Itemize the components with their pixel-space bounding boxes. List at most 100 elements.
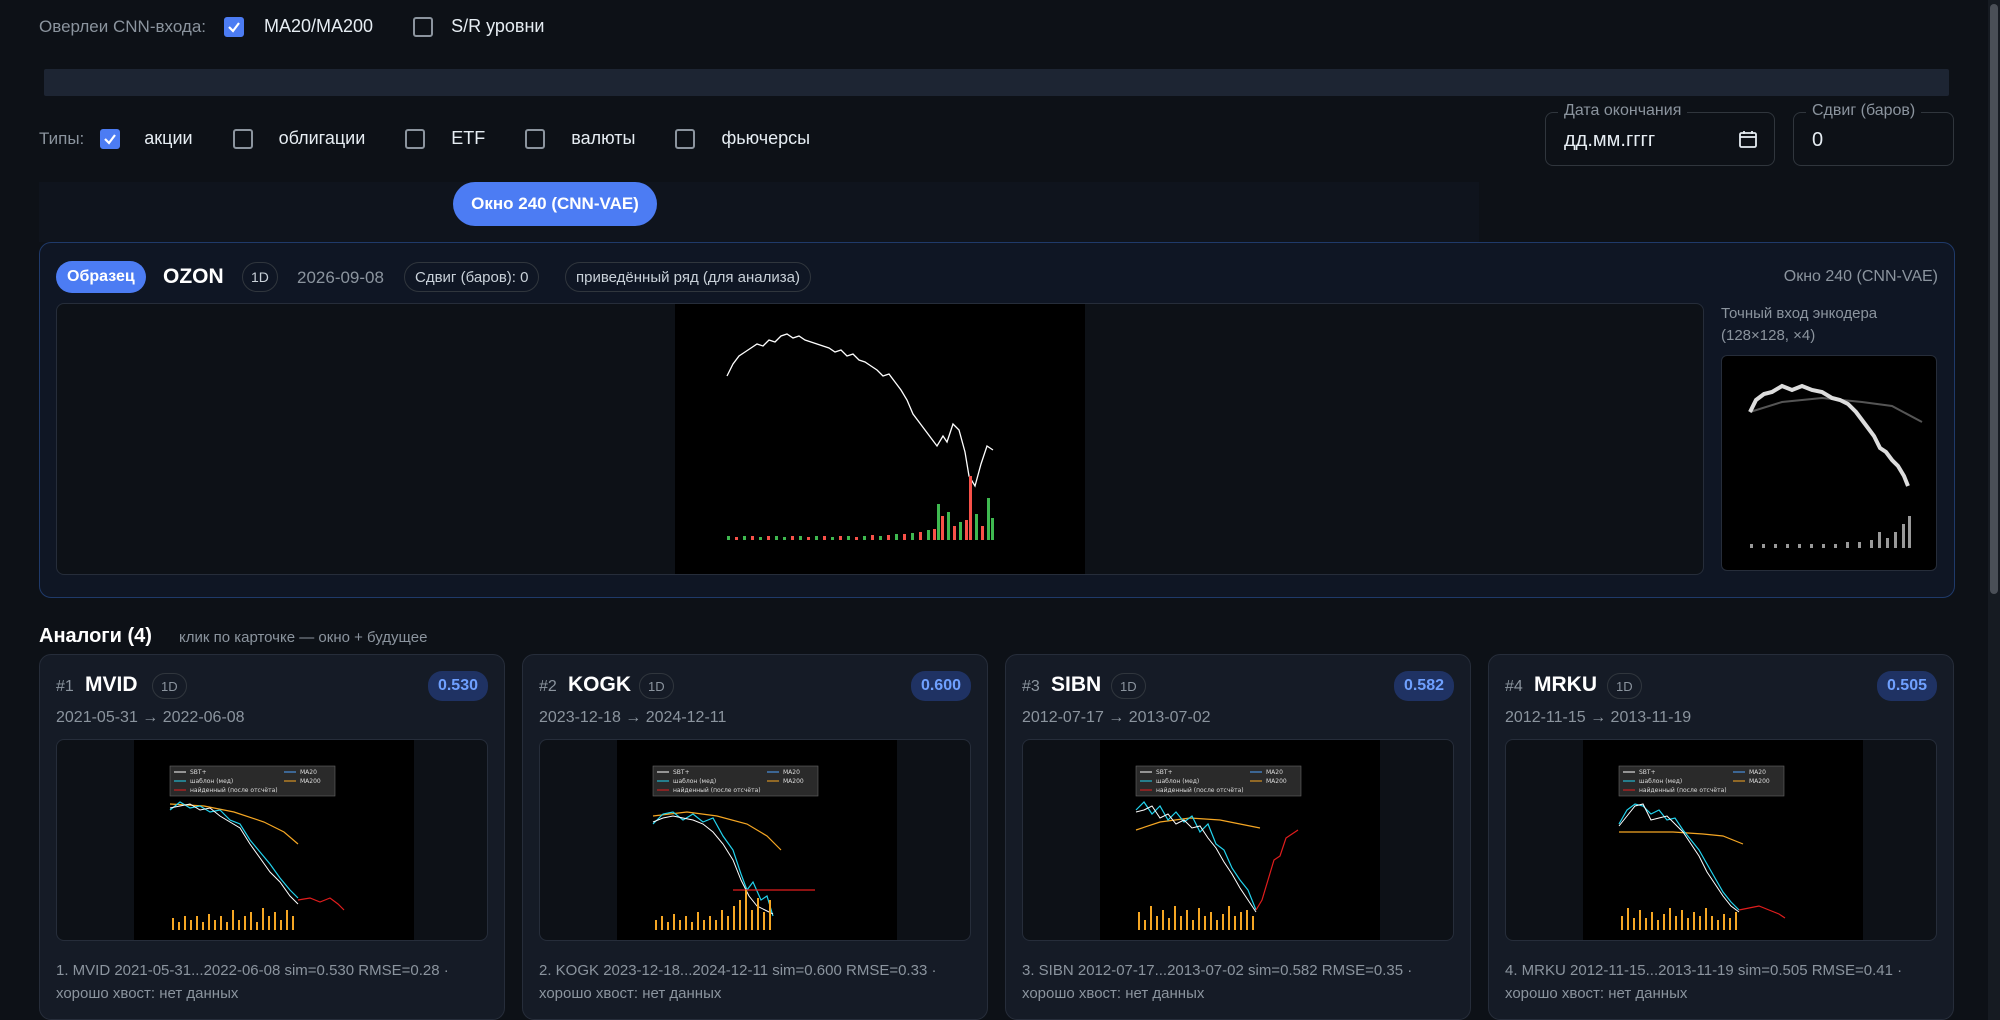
sr-checkbox-group[interactable]: S/R уровни [413,16,544,37]
window-toolbar [39,182,1479,242]
range-bar[interactable] [44,69,1949,96]
encoder-preview [1748,383,1923,548]
analog-overlay-chart: SBT+ шаблон (мед) найденный (после отсчё… [169,765,345,930]
encoder-title: Точный вход энкодера [1721,305,1878,322]
analog-chart-box: SBT+ шаблон (мед) найденный (после отсчё… [56,739,488,941]
ma-checkbox-label[interactable]: MA20/MA200 [264,16,373,37]
currencies-label[interactable]: валюты [571,128,635,149]
legend-label: MA20 [783,769,800,776]
legend-label: найденный (после отсчёта) [673,787,761,794]
etf-checkbox[interactable] [405,128,426,149]
sample-ticker: OZON [163,265,224,288]
sr-checkbox[interactable] [413,16,434,37]
currencies-checkbox[interactable] [525,128,546,149]
type-currencies[interactable]: валюты [525,128,635,149]
analog-rank: #3 [1022,678,1040,695]
analog-overlay-chart: SBT+ шаблон (мед) найденный (после отсчё… [652,765,819,930]
sample-chart [675,304,1085,574]
analog-timeframe: 1D [1607,673,1642,699]
end-date-field[interactable]: Дата окончания дд.мм.гггг [1545,102,1775,166]
legend-label: шаблон (мед) [1156,778,1199,785]
analog-similarity: 0.530 [427,671,488,701]
analog-similarity: 0.600 [910,671,971,701]
window-240-button[interactable]: Окно 240 (CNN-VAE) [453,182,657,226]
analog-rank: #1 [56,678,74,695]
analog-card[interactable]: #1 MVID 1D 0.530 2021-05-31 → 2022-06-08… [39,654,505,1020]
sample-chart-box [56,303,1704,575]
analog-dates: 2012-11-15 → 2013-11-19 [1505,709,1692,726]
legend-label: найденный (после отсчёта) [1639,787,1727,794]
futures-label[interactable]: фьючерсы [721,128,810,149]
sample-window-label: Окно 240 (CNN-VAE) [1783,268,1938,285]
legend-label: шаблон (мед) [1639,778,1682,785]
type-stocks[interactable]: акции [100,128,193,149]
legend-label: найденный (после отсчёта) [1156,787,1244,794]
shift-field[interactable]: Сдвиг (баров) 0 [1793,102,1954,166]
sample-series-pill: приведённый ряд (для анализа) [565,262,811,292]
page-scrollbar[interactable] [1988,0,2000,1020]
analog-ticker: MVID [85,673,138,696]
sample-price-chart [726,333,994,540]
ma-checkbox[interactable] [224,16,244,37]
analog-chart-box: SBT+ шаблон (мед) найденный (после отсчё… [539,739,971,941]
ma-checkbox-group[interactable]: MA20/MA200 [224,16,373,37]
legend-label: шаблон (мед) [190,778,233,785]
analog-description: 4. MRKU 2012-11-15...2013-11-19 sim=0.50… [1505,962,1903,1002]
analog-ticker: MRKU [1534,673,1597,696]
analog-overlay-chart: SBT+ шаблон (мед) найденный (после отсчё… [1135,765,1302,930]
check-icon [104,133,117,145]
analog-description: 3. SIBN 2012-07-17...2013-07-02 sim=0.58… [1022,962,1413,1002]
analog-rank: #2 [539,678,557,695]
analog-dates: 2012-07-17 → 2013-07-02 [1022,709,1211,726]
legend-label: MA20 [1266,769,1283,776]
sr-checkbox-label[interactable]: S/R уровни [451,16,544,37]
legend-label: SBT+ [673,769,690,776]
end-date-value[interactable]: дд.мм.гггг [1564,129,1655,152]
type-futures[interactable]: фьючерсы [675,128,810,149]
analog-timeframe: 1D [639,673,674,699]
shift-legend: Сдвиг (баров) [1806,102,1922,120]
analog-chart: SBT+ шаблон (мед) найденный (после отсчё… [1583,740,1863,940]
stocks-label[interactable]: акции [144,128,192,149]
type-bonds[interactable]: облигации [232,128,366,149]
legend-label: шаблон (мед) [673,778,716,785]
legend-label: MA20 [1749,769,1766,776]
analog-ticker: SIBN [1051,673,1102,696]
bonds-checkbox[interactable] [232,128,253,149]
calendar-icon[interactable] [1738,129,1758,149]
bonds-label[interactable]: облигации [279,128,366,149]
analog-card[interactable]: #4 MRKU 1D 0.505 2012-11-15 → 2013-11-19… [1488,654,1954,1020]
sample-timeframe: 1D [242,262,278,292]
legend-label: MA200 [1749,778,1770,785]
overlays-row: Оверлеи CNN-входа: MA20/MA200 S/R уровни [39,16,544,37]
encoder-input-image [1721,355,1937,571]
analog-dates: 2023-12-18 → 2024-12-11 [539,709,727,726]
encoder-subtitle: (128×128, ×4) [1721,327,1816,344]
etf-label[interactable]: ETF [451,128,485,149]
analog-chart: SBT+ шаблон (мед) найденный (после отсчё… [1100,740,1380,940]
analog-similarity: 0.582 [1393,671,1454,701]
analog-chart-box: SBT+ шаблон (мед) найденный (после отсчё… [1505,739,1937,941]
analog-chart: SBT+ шаблон (мед) найденный (после отсчё… [617,740,897,940]
sample-volume-bars [727,476,994,540]
type-etf[interactable]: ETF [405,128,485,149]
sample-badge: Образец [56,261,146,293]
legend-label: найденный (после отсчёта) [190,787,278,794]
types-row: Типы: акции облигации ETF валюты фьючерс… [39,128,810,149]
shift-value[interactable]: 0 [1812,129,1823,152]
overlays-label: Оверлеи CNN-входа: [39,16,206,36]
analog-timeframe: 1D [152,673,187,699]
analog-description: 2. KOGK 2023-12-18...2024-12-11 sim=0.60… [539,962,937,1002]
legend-label: SBT+ [190,769,207,776]
analog-similarity: 0.505 [1876,671,1937,701]
sample-panel: Образец OZON 1D 2026-09-08 Сдвиг (баров)… [39,242,1955,598]
analog-rank: #4 [1505,678,1523,695]
sample-date: 2026-09-08 [297,268,384,287]
stocks-checkbox[interactable] [100,128,121,149]
analog-overlay-chart: SBT+ шаблон (мед) найденный (после отсчё… [1618,765,1786,930]
page-scrollbar-thumb[interactable] [1990,4,1998,594]
legend-label: SBT+ [1156,769,1173,776]
analog-card[interactable]: #2 KOGK 1D 0.600 2023-12-18 → 2024-12-11… [522,654,988,1020]
futures-checkbox[interactable] [675,128,696,149]
analog-card[interactable]: #3 SIBN 1D 0.582 2012-07-17 → 2013-07-02… [1005,654,1471,1020]
